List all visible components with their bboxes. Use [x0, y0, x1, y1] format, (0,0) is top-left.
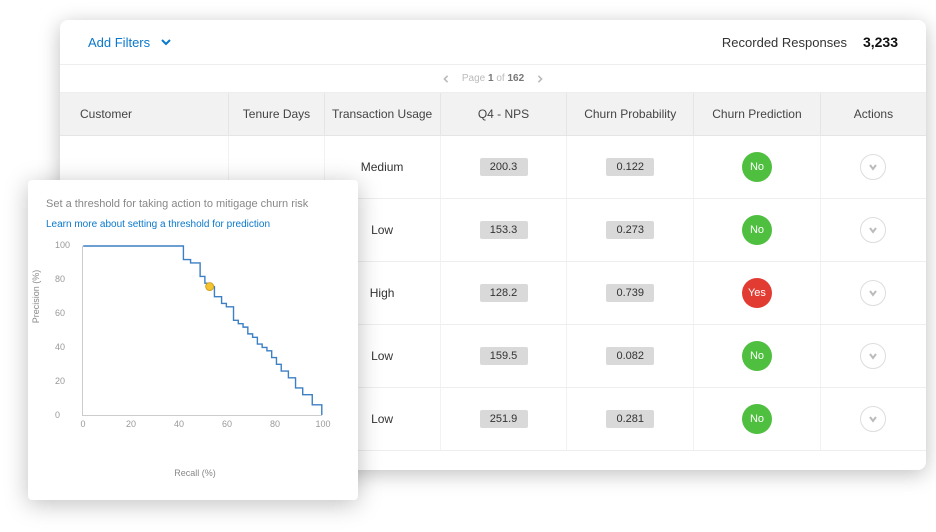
- threshold-card: Set a threshold for taking action to mit…: [28, 180, 358, 500]
- pager-text: Page 1 of 162: [462, 73, 524, 84]
- prediction-badge: No: [742, 341, 772, 371]
- cell-actions: [820, 325, 926, 388]
- ytick: 0: [55, 410, 60, 420]
- nps-pill: 251.9: [480, 410, 528, 428]
- prob-pill: 0.122: [606, 158, 654, 176]
- cell-nps: 128.2: [440, 262, 567, 325]
- cell-pred: No: [694, 388, 821, 451]
- xtick: 20: [126, 419, 136, 429]
- add-filters-label: Add Filters: [88, 35, 150, 50]
- recorded-label: Recorded Responses: [722, 35, 847, 50]
- cell-nps: 159.5: [440, 325, 567, 388]
- xtick: 100: [315, 419, 330, 429]
- ytick: 100: [55, 240, 70, 250]
- prediction-badge: No: [742, 215, 772, 245]
- cell-pred: Yes: [694, 262, 821, 325]
- col-q4nps: Q4 - NPS: [440, 93, 567, 136]
- nps-pill: 128.2: [480, 284, 528, 302]
- cell-nps: 153.3: [440, 199, 567, 262]
- col-tenure: Tenure Days: [229, 93, 324, 136]
- recorded-responses: Recorded Responses 3,233: [722, 34, 898, 50]
- pager-prev-icon[interactable]: [442, 75, 450, 83]
- prediction-badge: No: [742, 404, 772, 434]
- row-action-button[interactable]: [860, 280, 886, 306]
- pager: Page 1 of 162: [60, 65, 926, 93]
- threshold-marker[interactable]: [206, 283, 214, 291]
- prediction-badge: Yes: [742, 278, 772, 308]
- pr-series: [83, 246, 322, 415]
- ytick: 80: [55, 274, 65, 284]
- nps-pill: 200.3: [480, 158, 528, 176]
- cell-actions: [820, 262, 926, 325]
- ytick: 60: [55, 308, 65, 318]
- add-filters-button[interactable]: Add Filters: [88, 35, 172, 50]
- prediction-badge: No: [742, 152, 772, 182]
- cell-actions: [820, 136, 926, 199]
- col-prediction: Churn Prediction: [694, 93, 821, 136]
- pager-next-icon[interactable]: [536, 75, 544, 83]
- nps-pill: 153.3: [480, 221, 528, 239]
- ytick: 20: [55, 376, 65, 386]
- xtick: 0: [80, 419, 85, 429]
- col-customer: Customer: [60, 93, 229, 136]
- cell-actions: [820, 388, 926, 451]
- cell-actions: [820, 199, 926, 262]
- prob-pill: 0.082: [606, 347, 654, 365]
- prob-pill: 0.273: [606, 221, 654, 239]
- learn-more-link[interactable]: Learn more about setting a threshold for…: [46, 219, 270, 230]
- xtick: 40: [174, 419, 184, 429]
- cell-prob: 0.273: [567, 199, 694, 262]
- cell-nps: 200.3: [440, 136, 567, 199]
- col-transaction: Transaction Usage: [324, 93, 440, 136]
- threshold-subtitle: Set a threshold for taking action to mit…: [46, 198, 340, 210]
- col-actions: Actions: [820, 93, 926, 136]
- chart-ylabel: Precision (%): [31, 270, 41, 324]
- col-probability: Churn Probability: [567, 93, 694, 136]
- cell-prob: 0.281: [567, 388, 694, 451]
- row-action-button[interactable]: [860, 343, 886, 369]
- cell-pred: No: [694, 325, 821, 388]
- prob-pill: 0.739: [606, 284, 654, 302]
- plot-area: 020406080100020406080100: [82, 246, 322, 416]
- recorded-count: 3,233: [863, 34, 898, 50]
- row-action-button[interactable]: [860, 217, 886, 243]
- header-row: Customer Tenure Days Transaction Usage Q…: [60, 93, 926, 136]
- chart-xlabel: Recall (%): [50, 468, 340, 478]
- nps-pill: 159.5: [480, 347, 528, 365]
- cell-pred: No: [694, 199, 821, 262]
- cell-prob: 0.122: [567, 136, 694, 199]
- xtick: 80: [270, 419, 280, 429]
- topbar: Add Filters Recorded Responses 3,233: [60, 20, 926, 65]
- row-action-button[interactable]: [860, 406, 886, 432]
- pr-chart: Precision (%) 020406080100020406080100 R…: [50, 240, 340, 450]
- cell-nps: 251.9: [440, 388, 567, 451]
- row-action-button[interactable]: [860, 154, 886, 180]
- cell-prob: 0.082: [567, 325, 694, 388]
- cell-prob: 0.739: [567, 262, 694, 325]
- ytick: 40: [55, 342, 65, 352]
- cell-pred: No: [694, 136, 821, 199]
- xtick: 60: [222, 419, 232, 429]
- chevron-down-icon: [160, 36, 172, 48]
- prob-pill: 0.281: [606, 410, 654, 428]
